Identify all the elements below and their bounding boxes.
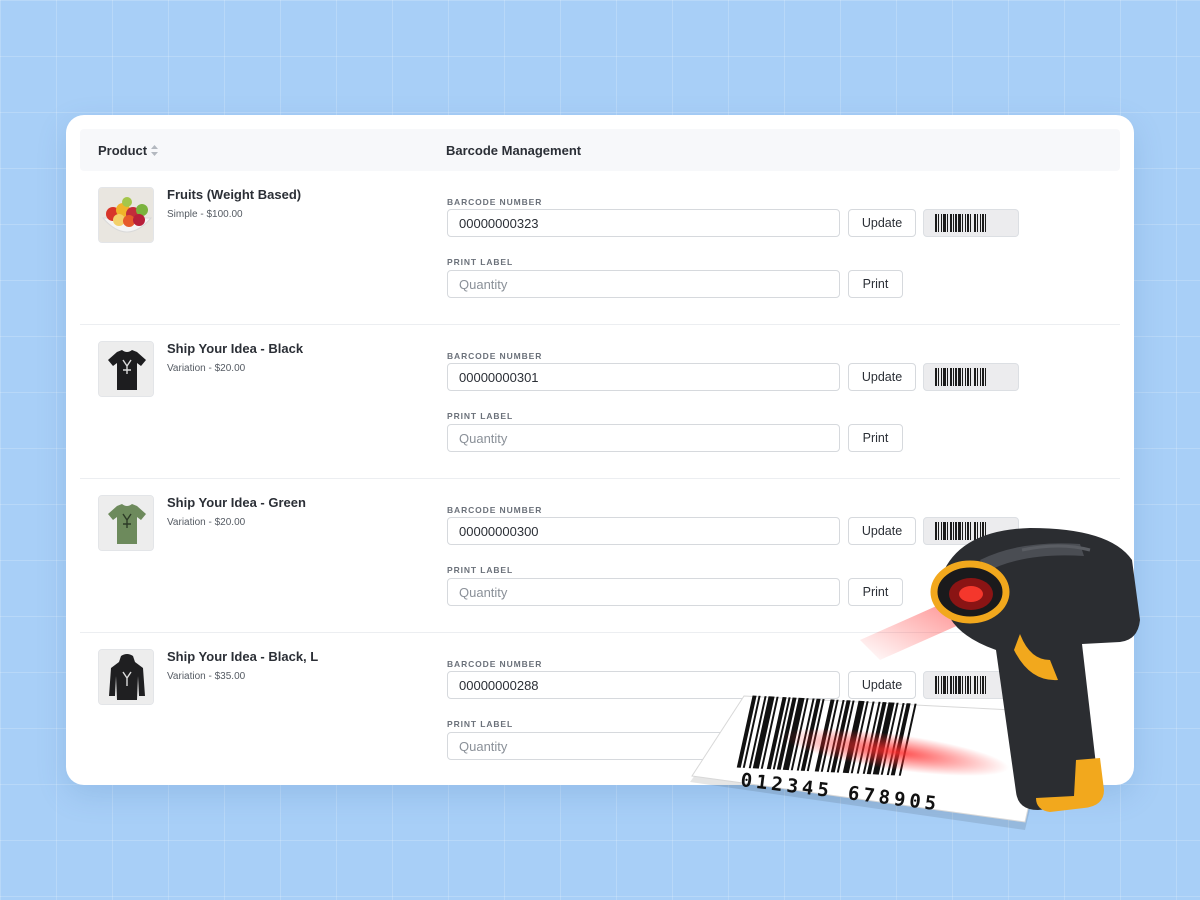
barcode-icon (935, 522, 986, 540)
product-meta: Simple - $100.00 (167, 209, 243, 220)
quantity-input[interactable] (447, 424, 840, 452)
barcode-icon (935, 214, 986, 232)
barcode-number-label: BARCODE NUMBER (447, 505, 543, 515)
print-button[interactable]: Print (848, 732, 903, 760)
black-hoodie-icon (99, 650, 153, 704)
barcode-number-input[interactable] (447, 671, 840, 699)
print-label-label: PRINT LABEL (447, 565, 514, 575)
black-tshirt-icon (99, 342, 153, 396)
table-row: Ship Your Idea - Green Variation - $20.0… (80, 479, 1120, 633)
update-button[interactable]: Update (848, 209, 916, 237)
barcode-number-label: BARCODE NUMBER (447, 197, 543, 207)
barcode-icon (935, 368, 986, 386)
product-column-header[interactable]: Product (98, 143, 159, 158)
product-thumbnail[interactable] (98, 495, 154, 551)
product-meta: Variation - $20.00 (167, 363, 246, 374)
product-name[interactable]: Fruits (Weight Based) (167, 187, 301, 202)
product-thumbnail[interactable] (98, 187, 154, 243)
update-button[interactable]: Update (848, 671, 916, 699)
quantity-input[interactable] (447, 732, 840, 760)
print-button[interactable]: Print (848, 424, 903, 452)
quantity-input[interactable] (447, 270, 840, 298)
print-label-label: PRINT LABEL (447, 257, 514, 267)
print-button[interactable]: Print (848, 270, 903, 298)
table-row: Fruits (Weight Based) Simple - $100.00 B… (80, 171, 1120, 325)
update-button[interactable]: Update (848, 517, 916, 545)
barcode-number-input[interactable] (447, 517, 840, 545)
print-button[interactable]: Print (848, 578, 903, 606)
fruit-bowl-icon (99, 188, 153, 242)
product-thumbnail[interactable] (98, 341, 154, 397)
print-label-label: PRINT LABEL (447, 719, 514, 729)
sort-icon[interactable] (151, 145, 159, 156)
barcode-preview[interactable] (923, 671, 1019, 699)
barcode-column-header: Barcode Management (446, 143, 582, 158)
barcode-number-input[interactable] (447, 209, 840, 237)
product-name[interactable]: Ship Your Idea - Black (167, 341, 303, 356)
product-name[interactable]: Ship Your Idea - Black, L (167, 649, 318, 664)
product-header-label: Product (98, 143, 148, 158)
barcode-number-input[interactable] (447, 363, 840, 391)
barcode-management-card: Product Barcode Management Fruits (Weigh… (66, 115, 1134, 785)
quantity-input[interactable] (447, 578, 840, 606)
barcode-number-label: BARCODE NUMBER (447, 351, 543, 361)
barcode-preview[interactable] (923, 209, 1019, 237)
green-tshirt-icon (99, 496, 153, 550)
product-name[interactable]: Ship Your Idea - Green (167, 495, 306, 510)
print-label-label: PRINT LABEL (447, 411, 514, 421)
barcode-number-label: BARCODE NUMBER (447, 659, 543, 669)
table-header: Product Barcode Management (80, 129, 1120, 171)
barcode-preview[interactable] (923, 363, 1019, 391)
barcode-preview[interactable] (923, 517, 1019, 545)
table-row: Ship Your Idea - Black, L Variation - $3… (80, 633, 1120, 785)
barcode-icon (935, 676, 986, 694)
table-row: Ship Your Idea - Black Variation - $20.0… (80, 325, 1120, 479)
product-meta: Variation - $35.00 (167, 671, 246, 682)
update-button[interactable]: Update (848, 363, 916, 391)
product-meta: Variation - $20.00 (167, 517, 246, 528)
product-thumbnail[interactable] (98, 649, 154, 705)
